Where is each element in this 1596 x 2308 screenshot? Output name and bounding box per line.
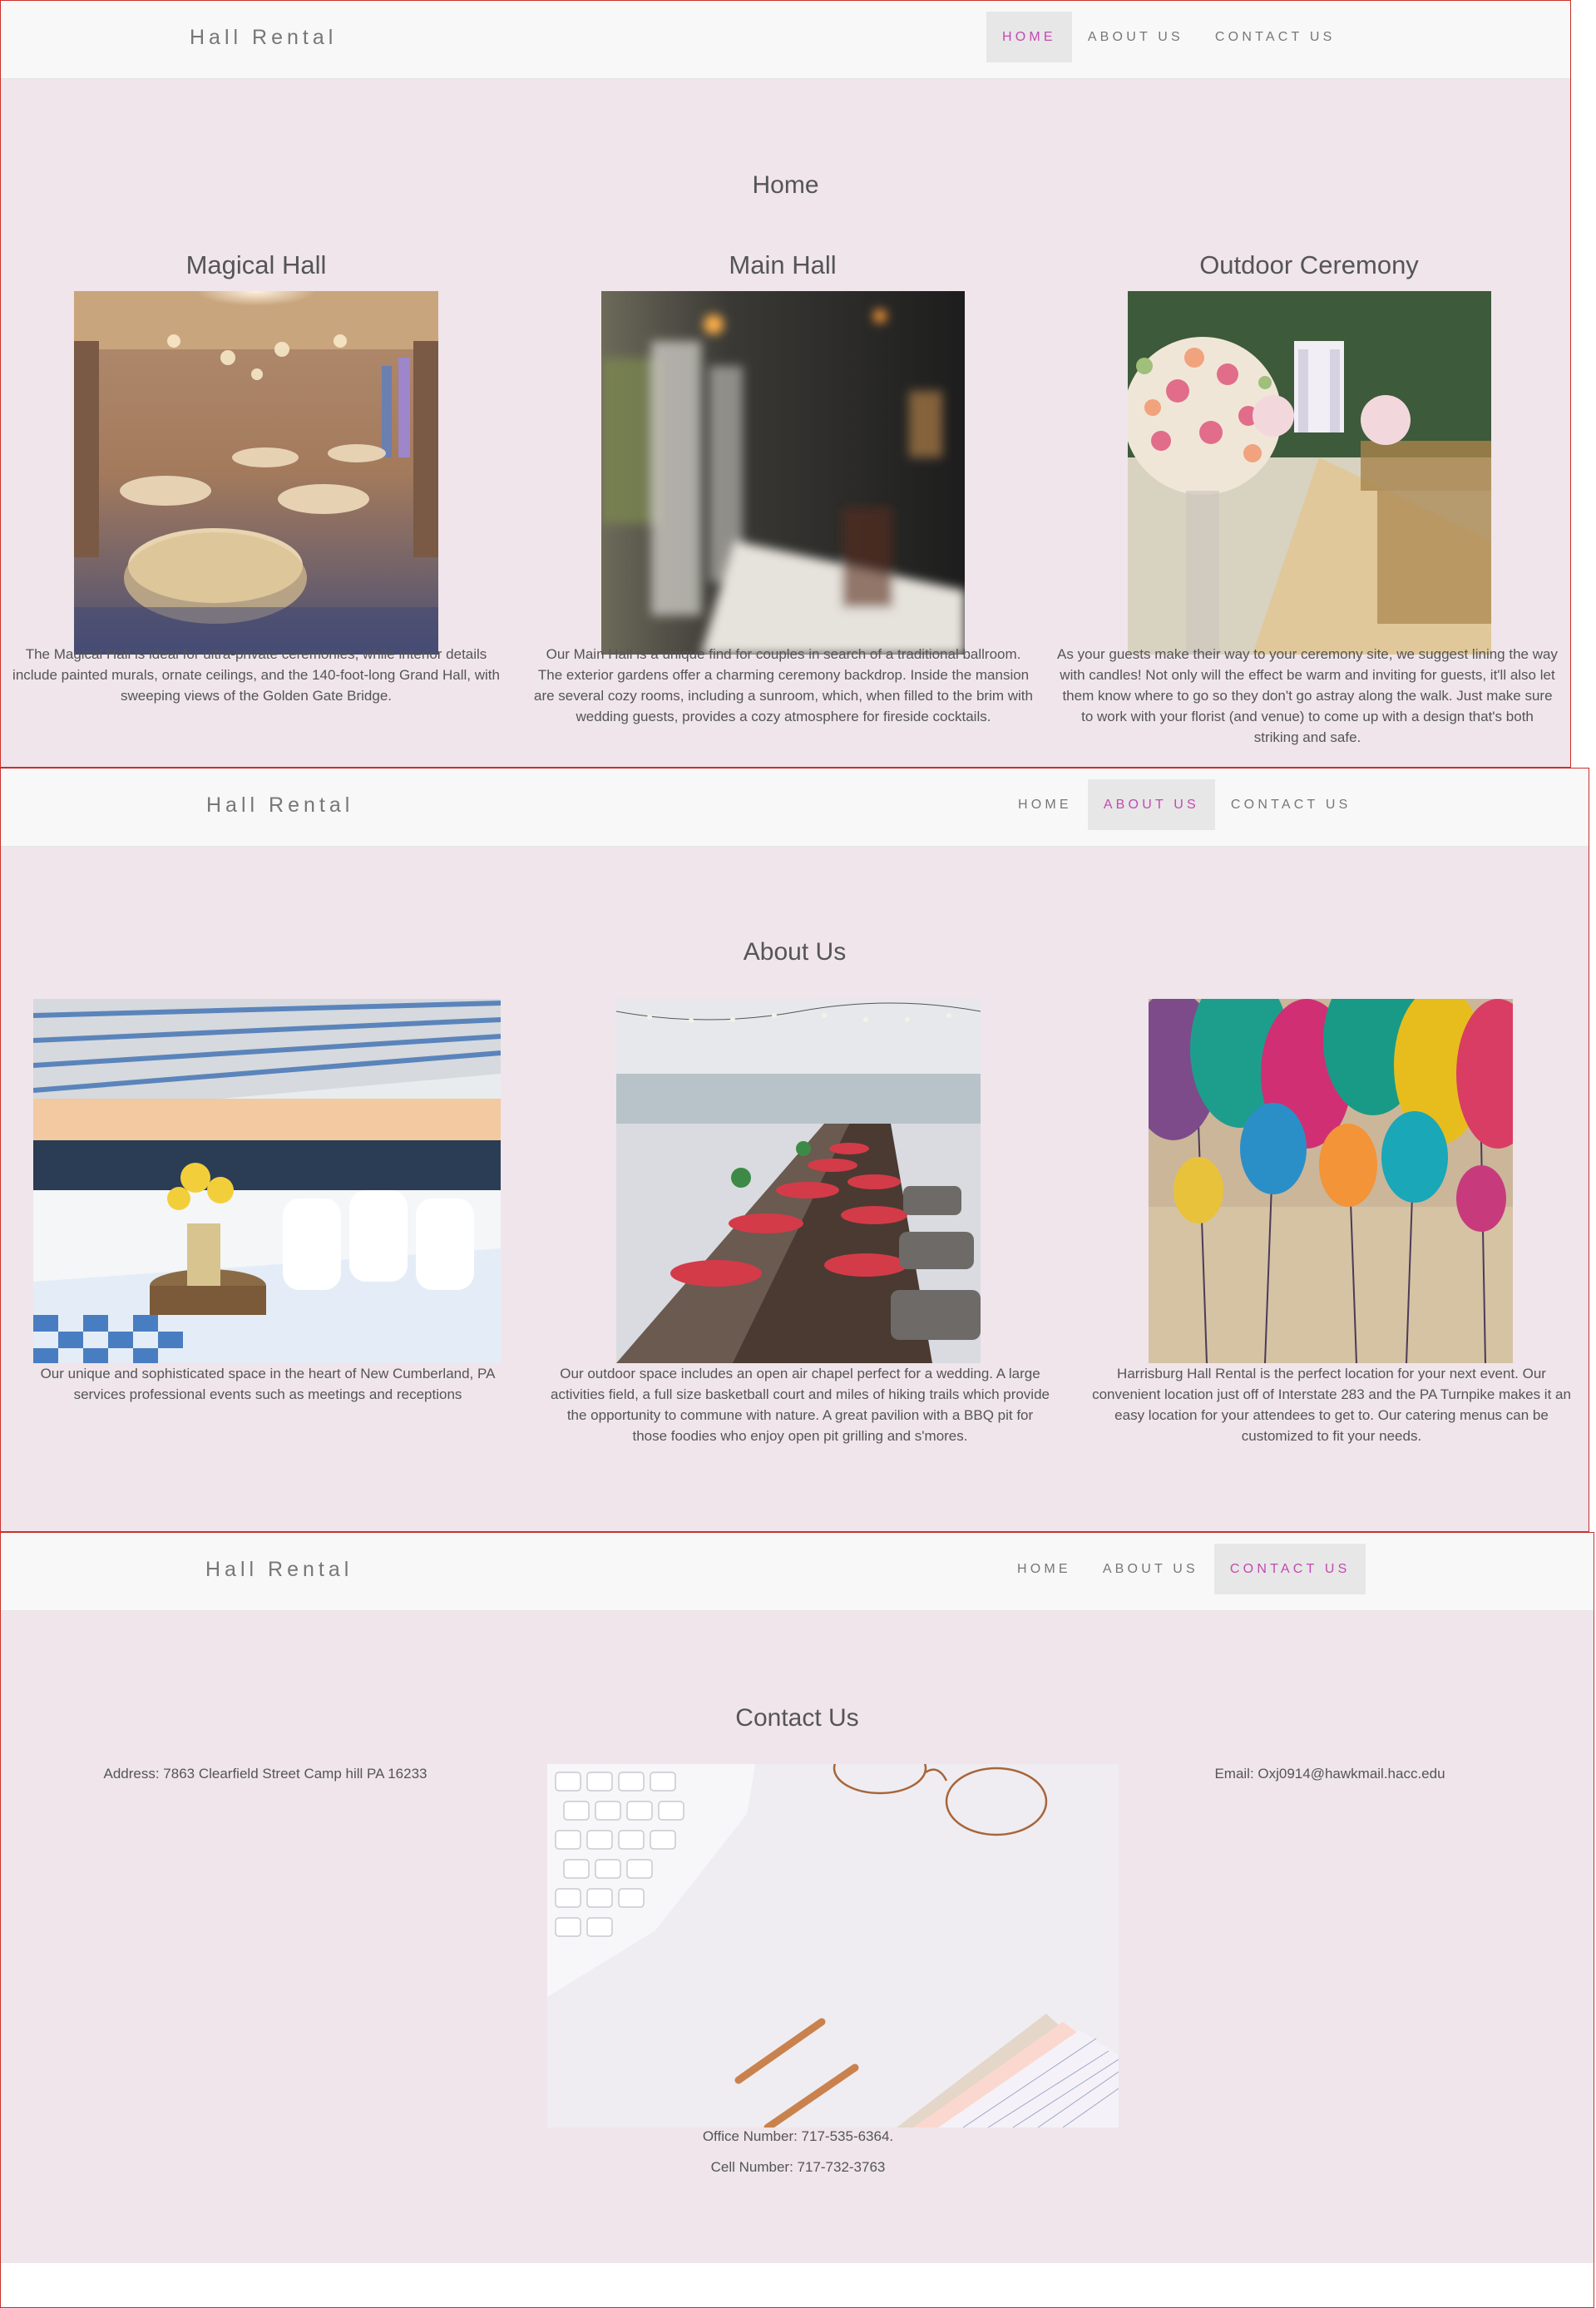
about-description: Our unique and sophisticated space in th… — [40, 1366, 496, 1402]
page-title: Home — [752, 171, 819, 199]
hall-title: Outdoor Ceremony — [1199, 250, 1419, 279]
hall-description: As your guests make their way to your ce… — [1057, 646, 1558, 745]
nav-about-link[interactable]: ABOUT US — [1072, 12, 1199, 62]
navbar: Hall Rental HOME ABOUT US CONTACT US — [1, 1533, 1594, 1611]
brand-logo[interactable]: Hall Rental — [206, 793, 353, 818]
nav-menu: HOME ABOUT US CONTACT US — [1002, 779, 1366, 830]
nav-home-link[interactable]: HOME — [1001, 1544, 1087, 1594]
navbar: Hall Rental HOME ABOUT US CONTACT US — [1, 769, 1589, 847]
nav-about-link[interactable]: ABOUT US — [1087, 779, 1215, 830]
nav-about-link[interactable]: ABOUT US — [1087, 1544, 1214, 1594]
outdoor-ceremony-photo — [1128, 291, 1491, 655]
nav-contact-link[interactable]: CONTACT US — [1213, 1544, 1366, 1594]
contact-email[interactable]: Email: Oxj0914@hawkmail.hacc.edu — [1065, 1766, 1594, 1782]
nav-home-link[interactable]: HOME — [1002, 779, 1088, 830]
hall-title: Main Hall — [729, 250, 837, 279]
page-title: Contact Us — [735, 1704, 859, 1732]
table-setting-photo — [601, 291, 965, 655]
home-page: Hall Rental HOME ABOUT US CONTACT US Hom… — [0, 0, 1571, 768]
cell-number[interactable]: Cell Number: 717-732-3763 — [547, 2159, 1049, 2176]
office-number[interactable]: Office Number: 717-535-6364. — [547, 2128, 1049, 2145]
nav-menu: HOME ABOUT US CONTACT US — [1001, 1544, 1366, 1594]
nav-contact-link[interactable]: CONTACT US — [1199, 12, 1351, 62]
hall-description: Our Main Hall is a unique find for coupl… — [534, 646, 1033, 724]
nav-home-link[interactable]: HOME — [986, 12, 1072, 62]
about-page: Hall Rental HOME ABOUT US CONTACT US Abo… — [0, 768, 1589, 1532]
page-title: About Us — [743, 938, 847, 966]
hall-description: The Magical Hall is ideal for ultra-priv… — [12, 646, 500, 704]
hall-title: Magical Hall — [185, 250, 327, 279]
about-description: Harrisburg Hall Rental is the perfect lo… — [1092, 1366, 1571, 1444]
contact-page: Hall Rental HOME ABOUT US CONTACT US Con… — [0, 1532, 1594, 2308]
desk-keyboard-photo — [547, 1764, 1119, 2128]
nav-menu: HOME ABOUT US CONTACT US — [986, 12, 1351, 62]
contact-address: Address: 7863 Clearfield Street Camp hil… — [103, 1766, 427, 1782]
banquet-tent-photo — [33, 999, 501, 1363]
ballroom-photo — [74, 291, 438, 655]
brand-logo[interactable]: Hall Rental — [205, 1558, 353, 1582]
navbar: Hall Rental HOME ABOUT US CONTACT US — [1, 1, 1570, 79]
brand-logo[interactable]: Hall Rental — [190, 26, 337, 50]
beach-table-photo — [616, 999, 981, 1363]
about-description: Our outdoor space includes an open air c… — [551, 1366, 1050, 1444]
nav-contact-link[interactable]: CONTACT US — [1215, 779, 1367, 830]
balloons-photo — [1149, 999, 1513, 1363]
page-footer-area — [1, 2263, 1594, 2307]
